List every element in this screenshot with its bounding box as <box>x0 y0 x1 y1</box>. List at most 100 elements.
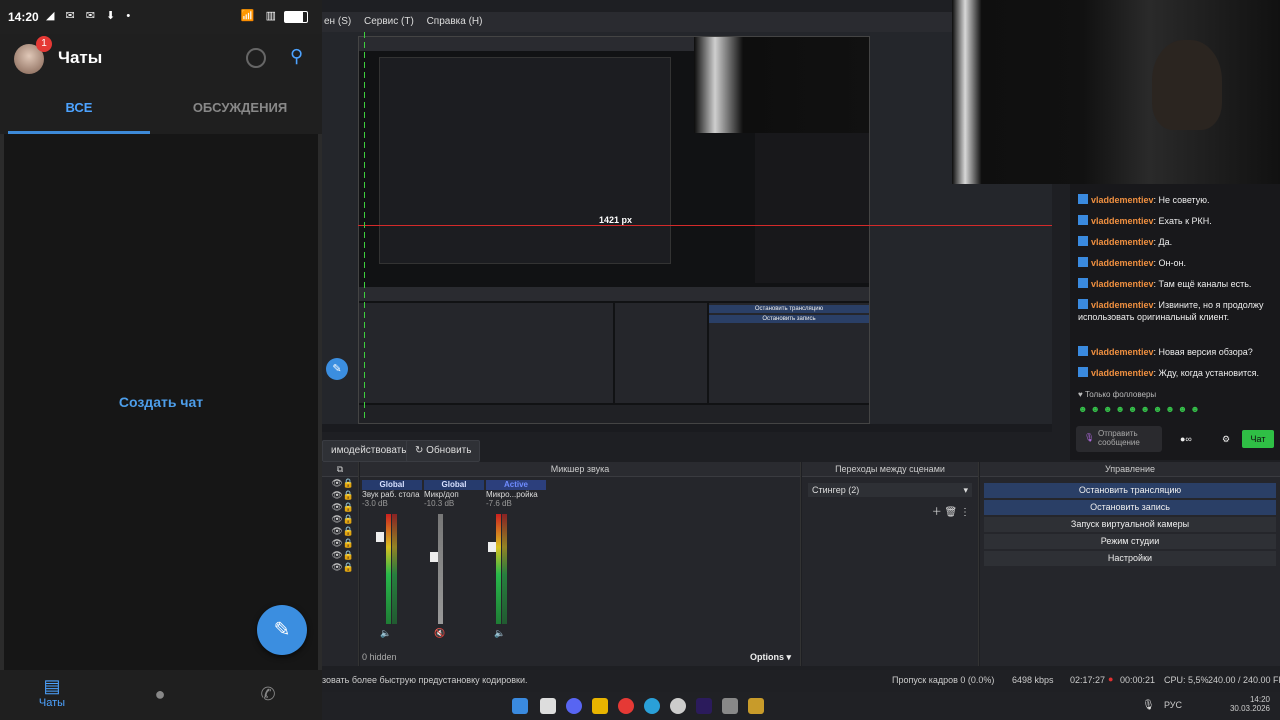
mixer-options-button[interactable]: Options ▾ <box>750 652 791 663</box>
taskbar-clock[interactable]: 14:20 30.03.2026 <box>1222 695 1270 713</box>
nested-px-label: 1421 px <box>599 215 633 225</box>
refresh-label: Обновить <box>426 445 472 456</box>
cpu-usage: CPU: 5,5% <box>1164 675 1209 685</box>
volume-meter <box>502 514 507 624</box>
chevron-down-icon: ▾ <box>963 485 968 495</box>
chat-input[interactable]: 🎙 Отправить сообщение <box>1076 426 1162 452</box>
guide-line-vertical <box>364 32 365 422</box>
obs-window: ен (S) Сервис (T) Справка (H) Остановить… <box>322 0 1280 720</box>
channel-name: Микро...ройка <box>486 490 538 499</box>
volume-slider[interactable] <box>430 552 438 562</box>
hidden-count: 0 hidden <box>362 652 397 662</box>
channel-db: -7.6 dB <box>486 499 512 508</box>
menu-scenes[interactable]: ен (S) <box>324 16 351 27</box>
filter-icon[interactable] <box>246 48 266 68</box>
chat-list: Создать чат <box>4 134 318 670</box>
search-icon[interactable]: ⚲ <box>290 46 303 67</box>
premiere-icon[interactable] <box>696 698 712 714</box>
virtual-camera-button[interactable]: Запуск виртуальной камеры <box>984 517 1276 532</box>
infinity-icon[interactable]: ●∞ <box>1180 434 1192 444</box>
discord-icon[interactable] <box>566 698 582 714</box>
menu-help[interactable]: Справка (H) <box>427 16 483 27</box>
chat-message: vladdementiev: Жду, когда установится. <box>1078 367 1274 378</box>
record-time: 00:00:21 <box>1120 675 1156 685</box>
channel-name: Звук раб. стола <box>362 490 420 499</box>
options-label: Options <box>750 652 784 662</box>
phone-icon: ✆ <box>260 684 276 704</box>
clock-date: 30.03.2026 <box>1229 704 1270 713</box>
source-visibility-icons[interactable]: 👁🔒 👁🔒 👁🔒 👁🔒 👁🔒 👁🔒 👁🔒 👁🔒 <box>322 477 358 573</box>
nested-mixer <box>359 303 613 403</box>
nav-contacts[interactable]: ● <box>110 684 210 705</box>
nested-obs-capture: Остановить трансляцию Остановить запись … <box>358 36 870 424</box>
stop-record-button[interactable]: Остановить запись <box>984 500 1276 515</box>
volume-meter <box>496 514 501 624</box>
windows-taskbar: 🎙 РУС 14:20 30.03.2026 <box>322 692 1280 720</box>
tab-discussions[interactable]: ОБСУЖДЕНИЯ <box>160 86 320 134</box>
transition-select[interactable]: Стингер (2) ▾ <box>808 483 972 497</box>
bottom-nav: ▤ Чаты ● ✆ <box>0 670 322 720</box>
muted-speaker-icon[interactable]: 🔇 <box>434 628 445 639</box>
mixer-channel-desktop: Global Звук раб. стола -3.0 dB 🔈 <box>362 480 422 640</box>
chats-header: 1 Чаты ⚲ <box>0 34 322 86</box>
nav-chats[interactable]: ▤ Чаты <box>2 676 102 709</box>
nested-taskbar <box>359 405 869 423</box>
user-badge-icon <box>1078 194 1088 204</box>
chat-icon: ▤ <box>43 676 61 696</box>
fps: 240.00 / 240.00 FPS <box>1208 675 1280 685</box>
mixer-channel-mic: Global Микр/доп -10.3 dB 🔇 <box>424 480 484 640</box>
create-chat-link[interactable]: Создать чат <box>4 394 318 410</box>
record-icon: ● <box>1108 674 1114 684</box>
more-icon[interactable]: ⋮ <box>960 507 970 518</box>
chat-send-button[interactable]: Чат <box>1242 430 1274 448</box>
telegram-icon[interactable] <box>644 698 660 714</box>
emote-row[interactable]: ☻☻☻☻☻☻☻☻☻☻ <box>1078 404 1274 414</box>
volume-slider[interactable] <box>488 542 496 552</box>
clock-time: 14:20 <box>1249 695 1270 704</box>
nav-calls[interactable]: ✆ <box>218 684 318 705</box>
speaker-icon[interactable]: 🔈 <box>380 628 391 639</box>
interact-button[interactable]: имодействовать <box>322 440 416 462</box>
preview-bottom-border <box>322 424 1052 432</box>
mic-tray-icon[interactable]: 🎙 <box>1142 700 1155 711</box>
nested-transitions <box>615 303 707 403</box>
transition-actions: ＋ 🗑 ⋮ <box>802 503 978 518</box>
nested-chat <box>755 133 869 283</box>
tab-all[interactable]: ВСЕ <box>8 86 150 134</box>
preview-canvas[interactable]: Остановить трансляцию Остановить запись … <box>322 32 1052 432</box>
user-badge-icon <box>1078 215 1088 225</box>
folder-icon[interactable] <box>592 698 608 714</box>
app-icon[interactable] <box>748 698 764 714</box>
compose-button[interactable]: ✎ <box>257 605 307 655</box>
gear-icon[interactable]: ⚙ <box>1222 434 1230 445</box>
obs-icon[interactable] <box>670 698 686 714</box>
yandex-icon[interactable] <box>618 698 634 714</box>
add-icon[interactable]: ＋ <box>932 507 942 518</box>
controls-dock-title: Управление <box>980 462 1280 477</box>
mixer-dock-title: Микшер звука <box>360 462 800 477</box>
edit-icon[interactable]: ✎ <box>326 358 348 380</box>
nested-toolbar <box>359 287 869 301</box>
start-icon[interactable] <box>512 698 528 714</box>
volume-meter <box>392 514 397 624</box>
delete-icon[interactable]: 🗑 <box>945 507 958 518</box>
studio-mode-button[interactable]: Режим студии <box>984 534 1276 549</box>
stop-stream-button[interactable]: Остановить трансляцию <box>984 483 1276 498</box>
speaker-icon[interactable]: 🔈 <box>494 628 505 639</box>
settings-button[interactable]: Настройки <box>984 551 1276 566</box>
battery-icon <box>284 11 308 23</box>
refresh-button[interactable]: ↻ Обновить <box>406 440 481 462</box>
chat-message: vladdementiev: Да. <box>1078 236 1274 247</box>
obs-status-bar: зовать более быструю предустановку кодир… <box>322 670 1280 692</box>
mic-app-icon[interactable] <box>722 698 738 714</box>
chat-message: vladdementiev: Он-он. <box>1078 257 1274 268</box>
nested-stop-record: Остановить запись <box>709 315 869 323</box>
chat-message: vladdementiev: Извините, но я продолжу и… <box>1078 299 1264 322</box>
keyboard-language[interactable]: РУС <box>1164 700 1182 710</box>
menu-tools[interactable]: Сервис (T) <box>364 16 414 27</box>
volume-slider[interactable] <box>376 532 384 542</box>
nested-webcam <box>694 37 869 133</box>
calculator-icon[interactable] <box>540 698 556 714</box>
controls-buttons: Остановить трансляцию Остановить запись … <box>980 477 1280 572</box>
nested-preview <box>379 57 671 264</box>
